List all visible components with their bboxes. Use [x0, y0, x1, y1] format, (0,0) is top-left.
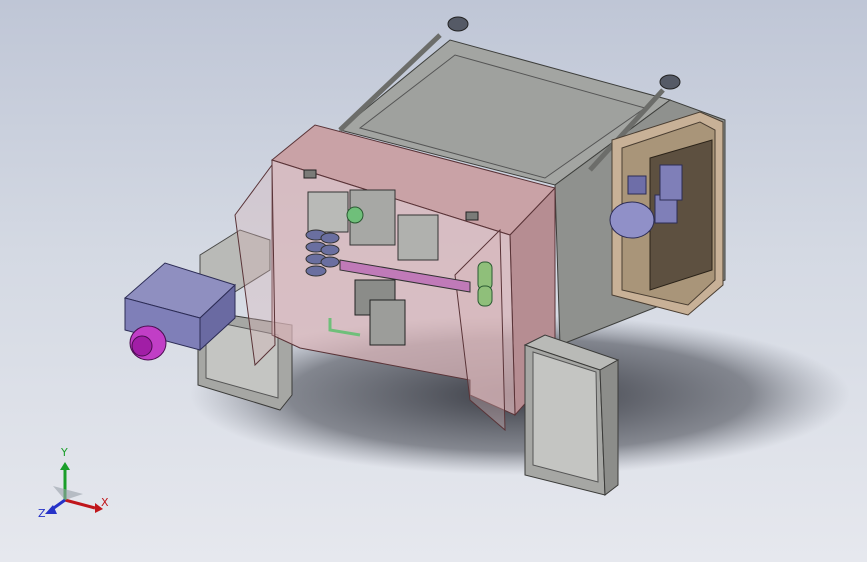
triad-z-label: Z	[38, 507, 46, 520]
triad-y-arrow-icon	[60, 462, 70, 470]
right-foot-inner	[532, 351, 599, 483]
side-box[interactable]	[609, 111, 724, 316]
left-motor-cap-inner	[131, 335, 153, 357]
mech-green-cap	[346, 206, 364, 224]
right-foot[interactable]	[523, 334, 620, 496]
orientation-triad[interactable]: X Y Z	[38, 446, 109, 520]
cad-viewport[interactable]: X Y Z	[0, 0, 867, 562]
hinge-right	[465, 211, 479, 221]
hinge-left	[303, 169, 317, 179]
right-motor-mount	[627, 175, 647, 195]
rod-knob-right	[659, 74, 681, 90]
rod-knob-left	[447, 16, 469, 32]
triad-x-label: X	[101, 496, 109, 509]
mech-base	[369, 299, 406, 346]
triad-plane	[53, 486, 83, 500]
model-scene[interactable]: X Y Z	[0, 0, 867, 562]
mech-block-a	[307, 191, 349, 233]
triad-y-label: Y	[60, 446, 68, 459]
triad-x-axis	[64, 498, 96, 510]
right-motor-body	[609, 201, 655, 239]
green-cylinder-b	[477, 285, 493, 307]
right-motor-shaft	[659, 164, 683, 201]
mech-block-c	[397, 214, 439, 261]
